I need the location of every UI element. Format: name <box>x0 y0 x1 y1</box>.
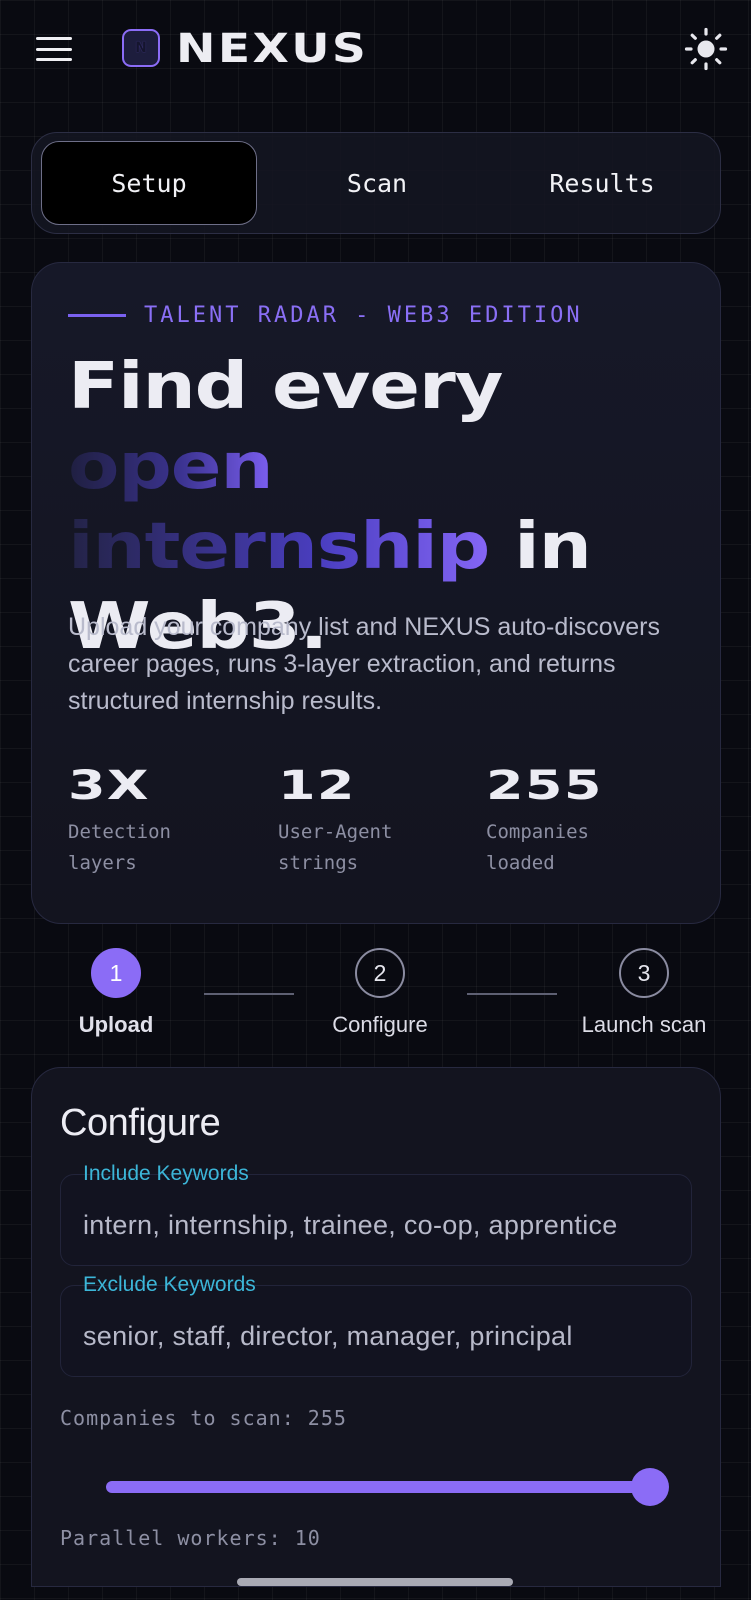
logo-letter: N <box>135 40 147 56</box>
slider-thumb[interactable] <box>631 1468 669 1506</box>
exclude-keywords-field: Exclude Keywords <box>60 1273 692 1377</box>
sun-icon[interactable] <box>684 27 728 71</box>
home-indicator <box>237 1578 513 1586</box>
headline-line-3-rest: in <box>489 510 592 584</box>
exclude-keywords-input[interactable] <box>83 1316 673 1356</box>
stat-label: User-Agent strings <box>278 821 393 874</box>
step-3-label: Launch scan <box>581 1012 707 1037</box>
step-1-circle[interactable]: 1 <box>91 948 141 998</box>
configure-card: Configure Include Keywords Exclude Keywo… <box>31 1067 721 1587</box>
include-keywords-field: Include Keywords <box>60 1162 692 1266</box>
eyebrow-line <box>68 314 126 317</box>
companies-to-scan-label: Companies to scan: 255 <box>60 1406 347 1430</box>
headline-line-2: open <box>68 430 274 504</box>
stat-companies-loaded: 255 Companies loaded <box>486 763 686 879</box>
eyebrow-text: TALENT RADAR - WEB3 EDITION <box>144 303 583 328</box>
main-tabs: Setup Scan Results <box>31 132 721 234</box>
brand-name: NEXUS <box>176 26 369 72</box>
exclude-keywords-label: Exclude Keywords <box>83 1273 256 1296</box>
stat-label: Companies loaded <box>486 821 589 874</box>
step-2-circle[interactable]: 2 <box>355 948 405 998</box>
eyebrow: TALENT RADAR - WEB3 EDITION <box>68 303 583 328</box>
stat-user-agents: 12 User-Agent strings <box>278 763 478 879</box>
step-connector <box>467 993 557 995</box>
logo-icon: N <box>122 29 160 67</box>
headline-line-1: Find every <box>68 350 503 424</box>
step-2-label: Configure <box>332 1012 428 1037</box>
slider-track[interactable] <box>106 1481 650 1493</box>
hero-description: Upload your company list and NEXUS auto-… <box>68 613 660 715</box>
tab-results[interactable]: Results <box>494 141 710 225</box>
stat-label: Detection layers <box>68 821 171 874</box>
step-connector <box>204 993 294 995</box>
step-1-label: Upload <box>78 1012 154 1037</box>
stat-value: 255 <box>486 763 603 809</box>
include-keywords-input[interactable] <box>83 1205 673 1245</box>
stat-detection-layers: 3X Detection layers <box>68 763 268 879</box>
tab-scan[interactable]: Scan <box>269 141 485 225</box>
step-3-circle[interactable]: 3 <box>619 948 669 998</box>
hamburger-menu-icon[interactable] <box>36 37 72 61</box>
headline-highlight: internship <box>68 510 490 584</box>
configure-title: Configure <box>60 1102 221 1144</box>
progress-stepper: 1 Upload 2 Configure 3 Launch scan <box>0 948 751 1038</box>
parallel-workers-label: Parallel workers: 10 <box>60 1526 321 1550</box>
companies-slider[interactable] <box>106 1467 669 1507</box>
tab-setup[interactable]: Setup <box>41 141 257 225</box>
hero-card: TALENT RADAR - WEB3 EDITION Find every o… <box>31 262 721 924</box>
include-keywords-label: Include Keywords <box>83 1162 249 1185</box>
top-bar: N NEXUS <box>0 0 751 96</box>
